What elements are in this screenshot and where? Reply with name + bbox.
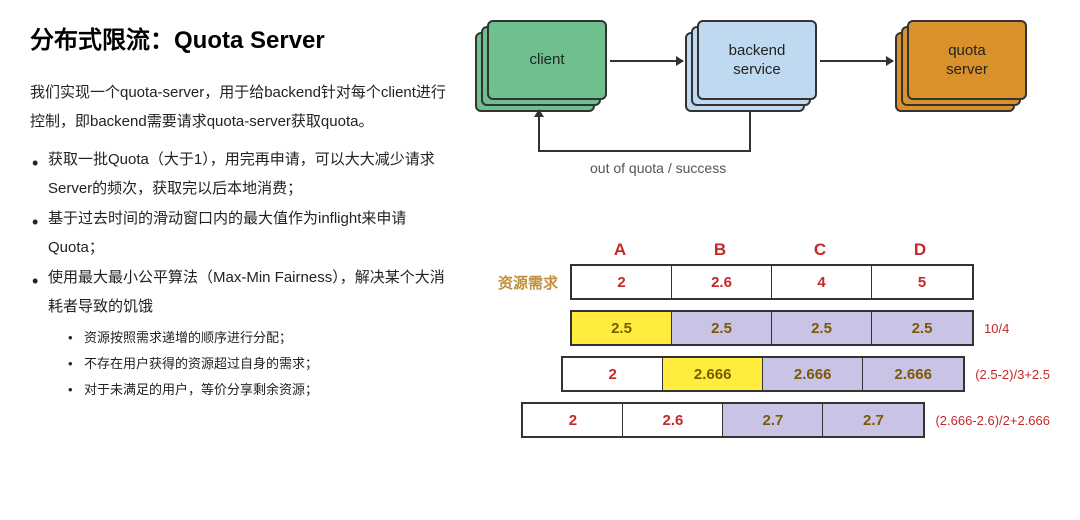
- sub-list: 资源按照需求递增的顺序进行分配； 不存在用户获得的资源超过自身的需求； 对于未满…: [48, 325, 450, 403]
- bullet-item: 基于过去时间的滑动窗口内的最大值作为inflight来申请Quota；: [30, 205, 450, 262]
- table-cell: 2.7: [723, 404, 823, 436]
- arrow-client-backend: [610, 60, 683, 62]
- client-label: client: [487, 20, 607, 100]
- sub-item: 对于未满足的用户，等价分享剩余资源；: [48, 377, 450, 403]
- table-row: 资源需求 2 2.6 4 5: [490, 264, 1050, 300]
- table-row: 2 2.666 2.666 2.666 (2.5-2)/3+2.5: [490, 356, 1050, 392]
- table-cell: 2: [523, 404, 623, 436]
- row-formula: (2.5-2)/3+2.5: [975, 367, 1050, 382]
- row-formula: (2.666-2.6)/2+2.666: [935, 413, 1050, 428]
- page-title: 分布式限流：Quota Server: [30, 20, 450, 55]
- arrow-loop-up: [538, 115, 540, 152]
- intro-paragraph: 我们实现一个quota-server，用于给backend针对每个client进…: [30, 79, 450, 136]
- architecture-diagram: client backend service quota server out …: [490, 20, 1050, 200]
- col-header: D: [870, 240, 970, 264]
- col-header: C: [770, 240, 870, 264]
- table-cell: 2.5: [772, 312, 872, 344]
- arrow-loop-back: [538, 150, 751, 152]
- loop-label: out of quota / success: [590, 160, 726, 176]
- arrow-backend-quota: [820, 60, 893, 62]
- table-cell: 2.7: [823, 404, 923, 436]
- bullet-item: 获取一批Quota（大于1），用完再申请，可以大大减少请求Server的频次，获…: [30, 146, 450, 203]
- table-row: 2 2.6 2.7 2.7 (2.666-2.6)/2+2.666: [490, 402, 1050, 438]
- backend-label: backend service: [697, 20, 817, 100]
- table-cell: 5: [872, 266, 972, 298]
- table-cell: 4: [772, 266, 872, 298]
- allocation-table: A B C D 资源需求 2 2.6 4 5 2.5 2.5: [490, 240, 1050, 438]
- bullet-list: 获取一批Quota（大于1），用完再申请，可以大大减少请求Server的频次，获…: [30, 146, 450, 403]
- quota-label: quota server: [907, 20, 1027, 100]
- table-cell: 2: [563, 358, 663, 390]
- table-cell: 2.6: [672, 266, 772, 298]
- sub-item: 资源按照需求递增的顺序进行分配；: [48, 325, 450, 351]
- table-cell: 2.5: [672, 312, 772, 344]
- table-cell: 2.666: [663, 358, 763, 390]
- table-cell: 2: [572, 266, 672, 298]
- col-header: A: [570, 240, 670, 264]
- row-formula: 10/4: [984, 321, 1009, 336]
- table-row: 2.5 2.5 2.5 2.5 10/4: [490, 310, 1050, 346]
- table-cell: 2.6: [623, 404, 723, 436]
- col-header: B: [670, 240, 770, 264]
- table-cell: 2.666: [763, 358, 863, 390]
- table-cell: 2.666: [863, 358, 963, 390]
- bullet-item: 使用最大最小公平算法（Max-Min Fairness），解决某个大消耗者导致的…: [30, 264, 450, 403]
- arrow-loop-down: [749, 112, 751, 152]
- table-cell: 2.5: [872, 312, 972, 344]
- row-label: 资源需求: [490, 272, 570, 293]
- sub-item: 不存在用户获得的资源超过自身的需求；: [48, 351, 450, 377]
- table-cell: 2.5: [572, 312, 672, 344]
- table-header: A B C D: [570, 240, 1050, 264]
